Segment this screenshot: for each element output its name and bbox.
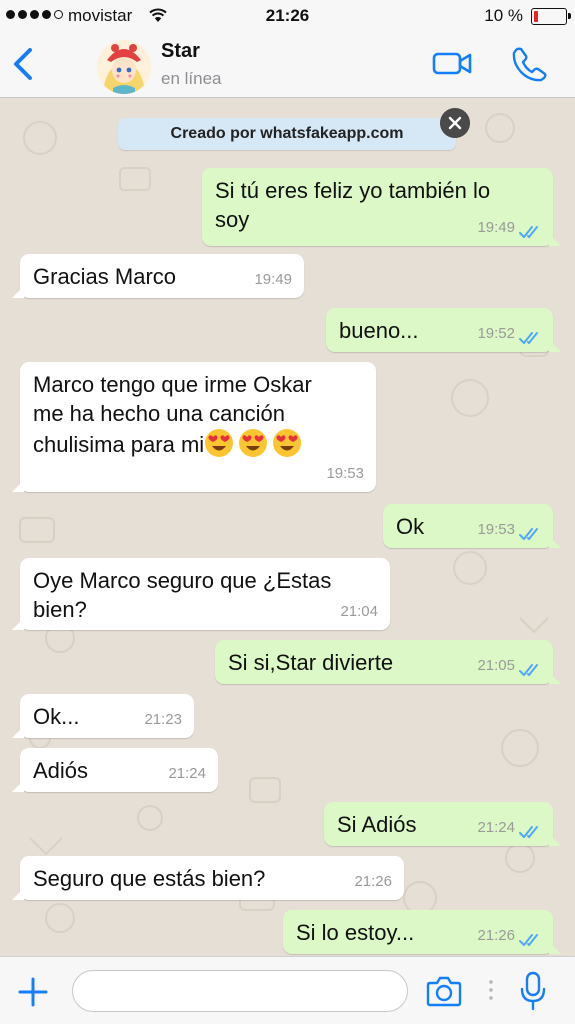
camera-icon[interactable] bbox=[426, 974, 462, 1008]
heart-eyes-emoji-icon bbox=[273, 429, 302, 457]
battery-icon bbox=[531, 8, 571, 25]
incoming-message[interactable]: Seguro que estás bien? 21:26 bbox=[12, 856, 404, 900]
message-time: 21:23 bbox=[144, 711, 182, 728]
message-text: Ok bbox=[396, 514, 425, 539]
read-ticks-icon bbox=[519, 664, 538, 676]
outgoing-message[interactable]: Si Adiós 21:24 bbox=[324, 802, 561, 846]
outgoing-message[interactable]: Si lo estoy... 21:26 bbox=[283, 910, 561, 954]
incoming-message[interactable]: Gracias Marco 19:49 bbox=[12, 254, 304, 298]
read-ticks-icon bbox=[519, 826, 538, 838]
message-text: Oye Marco seguro que ¿Estas bien? bbox=[33, 568, 332, 622]
message-text: Adiós bbox=[33, 758, 89, 783]
message-time: 19:52 bbox=[477, 325, 515, 342]
plus-icon[interactable] bbox=[17, 976, 49, 1008]
incoming-message[interactable]: Adiós 21:24 bbox=[12, 748, 218, 792]
outgoing-message[interactable]: Si tú eres feliz yo también lo soy 19:49 bbox=[202, 168, 561, 246]
message-time: 19:53 bbox=[326, 465, 364, 482]
avatar[interactable] bbox=[97, 40, 151, 94]
read-ticks-icon bbox=[519, 934, 538, 946]
message-time: 21:26 bbox=[354, 873, 392, 890]
outgoing-message[interactable]: Si si,Star divierte 21:05 bbox=[215, 640, 561, 684]
message-text: Ok... bbox=[33, 704, 80, 729]
message-input[interactable] bbox=[72, 970, 408, 1012]
message-text: Gracias Marco bbox=[33, 264, 177, 289]
message-time: 21:24 bbox=[477, 819, 515, 836]
battery-percent: 10 % bbox=[484, 6, 523, 25]
message-time: 21:04 bbox=[340, 603, 378, 620]
read-ticks-icon bbox=[519, 528, 538, 540]
message-time: 19:49 bbox=[477, 219, 515, 236]
chat-header: Star en línea bbox=[0, 32, 575, 98]
outgoing-message[interactable]: Ok 19:53 bbox=[383, 504, 561, 548]
message-time: 19:49 bbox=[254, 271, 292, 288]
message-text: Seguro que estás bien? bbox=[33, 866, 266, 891]
message-text: Si lo estoy... bbox=[296, 920, 415, 945]
heart-eyes-emoji-icon bbox=[205, 429, 234, 457]
message-text: Si si,Star divierte bbox=[228, 650, 394, 675]
microphone-icon[interactable] bbox=[517, 971, 549, 1011]
video-call-icon[interactable] bbox=[432, 48, 472, 78]
creator-banner: Creado por whatsfakeapp.com bbox=[118, 118, 456, 150]
incoming-message[interactable]: Marco tengo que irme Oskar me ha hecho u… bbox=[12, 362, 376, 492]
incoming-message[interactable]: Ok... 21:23 bbox=[12, 694, 194, 738]
message-text: Si tú eres feliz yo también lo soy bbox=[215, 178, 491, 232]
message-time: 21:24 bbox=[168, 765, 206, 782]
message-time: 19:53 bbox=[477, 521, 515, 538]
close-icon[interactable] bbox=[440, 108, 470, 138]
input-bar bbox=[0, 956, 575, 1024]
incoming-message[interactable]: Oye Marco seguro que ¿Estas bien? 21:04 bbox=[12, 558, 390, 630]
read-ticks-icon bbox=[519, 332, 538, 344]
banner-text: Creado por whatsfakeapp.com bbox=[170, 125, 404, 142]
outgoing-message[interactable]: bueno... 19:52 bbox=[326, 308, 561, 352]
contact-name[interactable]: Star bbox=[161, 40, 200, 63]
more-dots-icon bbox=[489, 980, 493, 1000]
message-time: 21:26 bbox=[477, 927, 515, 944]
message-text: bueno... bbox=[339, 318, 419, 343]
message-text: Si Adiós bbox=[337, 812, 417, 837]
read-ticks-icon bbox=[519, 226, 538, 238]
message-text: Marco tengo que irme Oskar me ha hecho u… bbox=[33, 372, 312, 457]
chat-area[interactable]: Creado por whatsfakeapp.com Si tú eres f… bbox=[0, 98, 575, 956]
message-time: 21:05 bbox=[477, 657, 515, 674]
heart-eyes-emoji-icon bbox=[239, 429, 268, 457]
presence-status: en línea bbox=[161, 69, 222, 88]
back-chevron-icon[interactable] bbox=[10, 46, 38, 82]
status-bar: movistar 21:26 10 % bbox=[0, 0, 575, 32]
phone-icon[interactable] bbox=[512, 46, 548, 82]
